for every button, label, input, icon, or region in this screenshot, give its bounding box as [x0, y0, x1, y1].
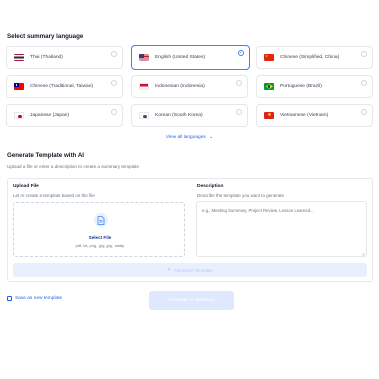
japan-flag-icon	[14, 112, 24, 119]
taiwan-flag-icon	[14, 83, 24, 90]
upload-file-label: Upload File	[13, 184, 39, 189]
us-flag-icon	[139, 54, 149, 61]
sparkle-icon: ✦	[166, 267, 172, 273]
language-label: Vietnamese (Vietnam)	[280, 113, 329, 118]
language-radio[interactable]	[111, 109, 117, 115]
language-radio-selected[interactable]	[238, 50, 244, 56]
language-option-vietnamese[interactable]: ★ Vietnamese (Vietnam)	[256, 104, 373, 127]
save-as-new-template-label: Save as new template	[15, 296, 63, 301]
language-option-korean[interactable]: Korean (South Korea)	[131, 104, 248, 127]
chevron-down-icon: ⌄	[209, 135, 214, 140]
language-label: Korean (South Korea)	[155, 113, 203, 118]
description-label: Description	[197, 184, 224, 189]
file-upload-icon	[94, 213, 108, 227]
language-radio[interactable]	[361, 80, 367, 86]
language-radio[interactable]	[111, 80, 117, 86]
description-hint: Describe the template you want to genera…	[197, 193, 285, 198]
generate-template-button[interactable]: ✦ Generate Template	[13, 263, 367, 277]
language-option-indonesian[interactable]: Indonesian (Indonesia)	[131, 75, 248, 98]
language-option-thai[interactable]: Thai (Thailand)	[6, 46, 123, 69]
upload-file-hint: Let AI create a template based on the fi…	[13, 193, 95, 198]
language-option-chinese-simplified[interactable]: ★ Chinese (Simplified, China)	[256, 46, 373, 69]
language-label: Japanese (Japan)	[30, 113, 70, 118]
description-textarea-container[interactable]: ◢	[196, 201, 367, 257]
language-radio[interactable]	[361, 109, 367, 115]
file-upload-dropzone[interactable]: Select File pdf, txt, png, .jpg, jpg, .w…	[13, 202, 185, 257]
language-label: Indonesian (Indonesia)	[155, 84, 205, 89]
save-icon	[7, 296, 12, 301]
generate-ai-summary-button[interactable]: Generate AI Summary	[149, 291, 234, 310]
brazil-flag-icon	[264, 83, 274, 90]
supported-file-types: pdf, txt, png, .jpg, jpg, .webp	[75, 243, 125, 248]
language-radio[interactable]	[236, 109, 242, 115]
resize-handle-icon: ◢	[361, 251, 365, 256]
language-label: Chinese (Simplified, China)	[280, 55, 340, 60]
language-label: English (United States)	[155, 55, 206, 60]
korea-flag-icon	[139, 112, 149, 119]
generate-section-title: Generate Template with AI	[7, 152, 85, 159]
language-option-english-us[interactable]: English (United States)	[131, 45, 250, 70]
save-as-new-template-link[interactable]: Save as new template	[7, 296, 62, 301]
language-option-portuguese-brazil[interactable]: Portuguese (Brazil)	[256, 75, 373, 98]
indonesia-flag-icon	[139, 83, 149, 90]
vietnam-flag-icon: ★	[264, 112, 274, 119]
language-option-japanese[interactable]: Japanese (Japan)	[6, 104, 123, 127]
language-radio[interactable]	[236, 80, 242, 86]
china-flag-icon: ★	[264, 54, 274, 61]
generate-template-label: Generate Template	[174, 267, 214, 273]
language-section-title: Select summary language	[7, 33, 84, 40]
language-radio[interactable]	[111, 51, 117, 57]
language-option-chinese-traditional[interactable]: Chinese (Traditional, Taiwan)	[6, 75, 123, 98]
language-label: Chinese (Traditional, Taiwan)	[30, 84, 94, 89]
description-input[interactable]	[202, 208, 352, 213]
language-label: Portuguese (Brazil)	[280, 84, 322, 89]
view-all-languages-label: View all languages	[165, 135, 206, 140]
view-all-languages-link[interactable]: View all languages ⌄	[0, 135, 379, 140]
thailand-flag-icon	[14, 54, 24, 61]
generate-section-subtitle: Upload a file or enter a description to …	[7, 164, 140, 169]
language-radio[interactable]	[361, 51, 367, 57]
language-label: Thai (Thailand)	[30, 55, 63, 60]
select-file-label[interactable]: Select File	[14, 235, 186, 240]
